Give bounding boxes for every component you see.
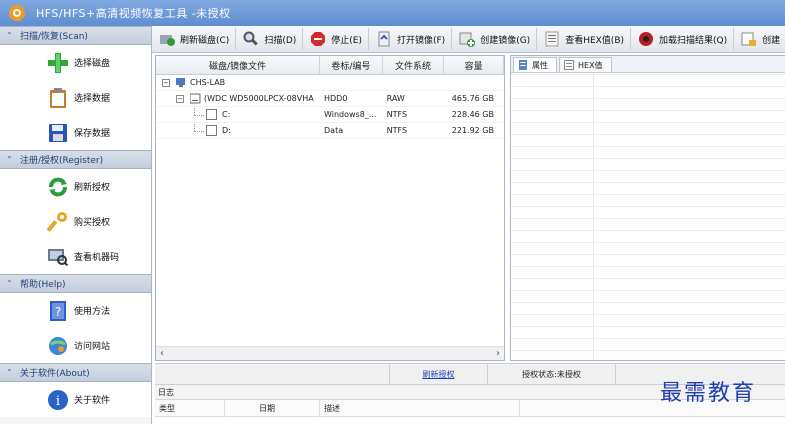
floppy-disk-icon — [46, 121, 70, 145]
section-header-scan[interactable]: ⌃ 扫描/恢复(Scan) — [0, 26, 151, 45]
svg-text:?: ? — [55, 305, 61, 319]
column-header-capacity[interactable]: 容量 — [444, 56, 504, 74]
view-hex-button[interactable]: 查看HEX值(B) — [539, 28, 632, 50]
computer-icon — [176, 77, 187, 88]
help-book-icon: ? — [46, 299, 70, 323]
clipboard-icon — [46, 86, 70, 110]
create-image-icon — [458, 30, 476, 48]
table-header: 磁盘/镜像文件 卷标/编号 文件系统 容量 — [156, 56, 504, 75]
tab-properties[interactable]: 属性 — [513, 57, 557, 72]
chevron-up-icon: ⌃ — [6, 368, 13, 377]
sidebar-item-select-disk[interactable]: 选择磁盘 — [0, 45, 151, 80]
globe-user-icon — [46, 334, 70, 358]
section-header-register[interactable]: ⌃ 注册/授权(Register) — [0, 150, 151, 169]
scroll-left-icon[interactable]: ‹ — [160, 348, 164, 359]
sidebar-item-buy-license[interactable]: 购买授权 — [0, 204, 151, 239]
watermark: 最需教育 — [660, 381, 757, 406]
sidebar-item-about[interactable]: i 关于软件 — [0, 382, 151, 417]
properties-tabs: 属性 HEX值 — [511, 56, 785, 73]
table-row[interactable]: − (WDC WD5000LPCX-08VHA HDD0 RAW 465.76 … — [156, 91, 504, 107]
section-header-help[interactable]: ⌃ 帮助(Help) — [0, 274, 151, 293]
key-icon — [46, 210, 70, 234]
orange-gear-logo-icon — [6, 2, 28, 24]
table-row[interactable]: D: Data NTFS 221.92 GB — [156, 122, 504, 139]
magnifier-icon — [242, 30, 260, 48]
sidebar: ⌃ 扫描/恢复(Scan) 选择磁盘 选择数据 保存数据 ⌃ 注册/授权(Reg… — [0, 26, 152, 424]
hard-disk-icon — [189, 93, 201, 104]
load-results-icon — [637, 30, 655, 48]
tree-line — [194, 114, 204, 116]
column-header-volume[interactable]: 卷标/编号 — [320, 56, 383, 74]
stop-button[interactable]: 停止(E) — [305, 28, 369, 50]
create-icon — [740, 30, 758, 48]
table-row[interactable]: C: Windows8_... NTFS 228.46 GB — [156, 106, 504, 123]
section-header-about[interactable]: ⌃ 关于软件(About) — [0, 363, 151, 382]
grid-divider — [593, 74, 594, 360]
window-title: HFS/HFS+高清视频恢复工具 -未授权 — [36, 7, 231, 20]
scroll-right-icon[interactable]: › — [496, 348, 500, 359]
tab-hex[interactable]: HEX值 — [559, 57, 612, 72]
license-status: 授权状态:未授权 — [522, 369, 581, 379]
scan-button[interactable]: 扫描(D) — [238, 28, 304, 50]
sidebar-item-view-machine-code[interactable]: 查看机器码 — [0, 239, 151, 274]
disk-tree-table: 磁盘/镜像文件 卷标/编号 文件系统 容量 − CHS-LAB − (WDC W… — [155, 55, 505, 361]
column-header-description[interactable]: 描述 — [320, 399, 520, 417]
properties-icon — [518, 60, 528, 70]
stop-icon — [309, 30, 327, 48]
column-header-disk[interactable]: 磁盘/镜像文件 — [156, 56, 321, 74]
open-image-icon — [375, 30, 393, 48]
horizontal-scrollbar[interactable]: ‹ › — [156, 346, 504, 360]
svg-text:i: i — [56, 394, 60, 409]
refresh-disk-button[interactable]: 刷新磁盘(C) — [154, 28, 237, 50]
create-image-button[interactable]: 创建镜像(G) — [454, 28, 538, 50]
column-header-type[interactable]: 类型 — [155, 399, 225, 417]
column-header-filesystem[interactable]: 文件系统 — [383, 56, 445, 74]
refresh-license-link[interactable]: 刷新授权 — [423, 369, 455, 380]
green-plus-icon — [46, 51, 70, 75]
properties-grid — [511, 74, 785, 360]
tree-line — [194, 130, 204, 132]
open-image-button[interactable]: 打开镜像(F) — [371, 28, 453, 50]
chevron-up-icon: ⌃ — [6, 279, 13, 288]
monitor-search-icon — [46, 245, 70, 269]
info-icon: i — [46, 388, 70, 412]
chevron-up-icon: ⌃ — [6, 155, 13, 164]
tree-line — [194, 106, 195, 115]
toolbar: 刷新磁盘(C) 扫描(D) 停止(E) 打开镜像(F) 创建镜像(G) 查看HE… — [152, 26, 785, 53]
collapse-toggle[interactable]: − — [176, 94, 184, 103]
create-button[interactable]: 创建 — [736, 28, 785, 50]
partition-icon — [206, 124, 217, 136]
sidebar-item-select-data[interactable]: 选择数据 — [0, 80, 151, 115]
sidebar-item-save-data[interactable]: 保存数据 — [0, 115, 151, 150]
sidebar-item-refresh-license[interactable]: 刷新授权 — [0, 169, 151, 204]
load-scan-results-button[interactable]: 加载扫描结果(Q) — [633, 28, 735, 50]
sidebar-item-visit-website[interactable]: 访问网站 — [0, 328, 151, 363]
title-bar: HFS/HFS+高清视频恢复工具 -未授权 — [0, 0, 785, 26]
hex-icon — [564, 60, 574, 70]
collapse-toggle[interactable]: − — [162, 78, 170, 87]
properties-panel: 属性 HEX值 — [510, 55, 785, 361]
partition-icon — [206, 108, 217, 120]
sidebar-item-usage[interactable]: ? 使用方法 — [0, 293, 151, 328]
hex-view-icon — [543, 30, 561, 48]
refresh-arrows-icon — [46, 175, 70, 199]
chevron-up-icon: ⌃ — [6, 31, 13, 40]
column-header-date[interactable]: 日期 — [225, 399, 320, 417]
tree-line — [194, 122, 195, 131]
refresh-disk-icon — [158, 30, 176, 48]
table-row[interactable]: − CHS-LAB — [156, 75, 504, 91]
